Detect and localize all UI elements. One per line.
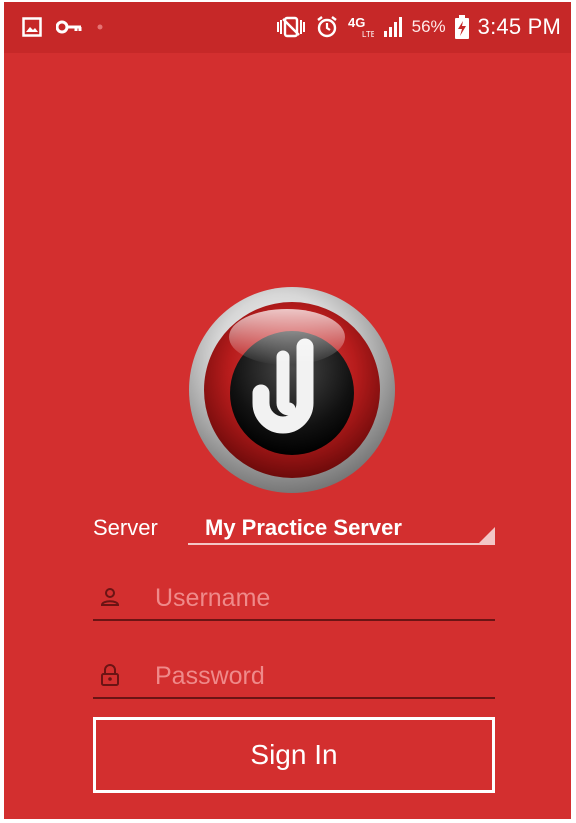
username-input[interactable] xyxy=(155,579,485,617)
4g-lte-icon: 4G LTE xyxy=(348,15,374,39)
status-time: 3:45 PM xyxy=(477,14,561,39)
username-field xyxy=(93,579,495,621)
alarm-icon xyxy=(316,16,337,38)
svg-text:4G: 4G xyxy=(348,15,365,30)
battery-charging-icon xyxy=(454,15,469,39)
dropdown-arrow-icon xyxy=(479,527,495,543)
sign-in-button[interactable]: Sign In xyxy=(93,717,495,793)
gallery-icon xyxy=(22,17,42,37)
password-field xyxy=(93,657,495,699)
signal-icon xyxy=(383,17,402,37)
password-input[interactable] xyxy=(155,657,485,695)
vibrate-icon xyxy=(276,16,305,38)
login-screen: 4G LTE 56% 3:45 PM Server My Practice Se… xyxy=(4,2,571,819)
status-bar-system: 4G LTE 56% 3:45 PM xyxy=(276,12,561,42)
dot-icon xyxy=(97,24,103,30)
server-dropdown[interactable]: My Practice Server xyxy=(188,511,495,545)
battery-percent: 56% xyxy=(411,17,446,36)
person-icon xyxy=(100,588,120,606)
server-label: Server xyxy=(93,515,158,540)
svg-text:LTE: LTE xyxy=(362,30,374,39)
key-icon xyxy=(56,20,82,34)
app-logo-icon xyxy=(189,287,395,493)
lock-icon xyxy=(101,664,119,686)
status-bar: 4G LTE 56% 3:45 PM xyxy=(4,2,571,53)
server-selected-value: My Practice Server xyxy=(205,515,402,540)
status-bar-notifications xyxy=(22,14,104,40)
